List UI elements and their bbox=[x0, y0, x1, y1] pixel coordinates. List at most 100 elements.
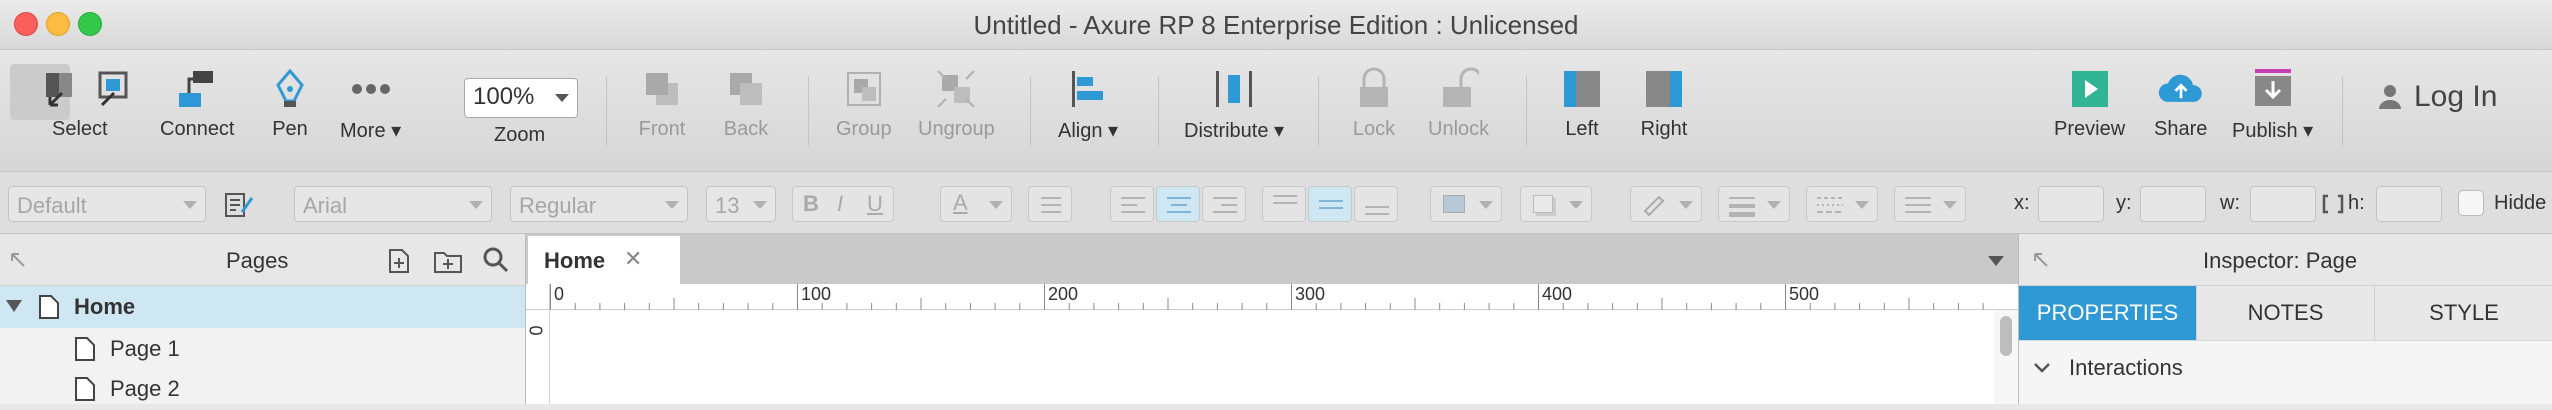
constrain-icon[interactable] bbox=[2322, 194, 2344, 214]
vertical-scrollbar[interactable] bbox=[1994, 310, 2018, 404]
hidden-checkbox[interactable] bbox=[2458, 190, 2484, 216]
align-middle-button[interactable] bbox=[1308, 186, 1352, 222]
x-label: x: bbox=[2014, 192, 2030, 214]
right-pane-toggle[interactable]: Right bbox=[1640, 64, 1688, 141]
pen-tool[interactable]: Pen bbox=[266, 64, 314, 141]
toolbar-divider bbox=[2342, 76, 2343, 146]
tab-properties[interactable]: PROPERTIES bbox=[2019, 286, 2197, 340]
page-item-label: Page 1 bbox=[110, 336, 180, 361]
cloud-upload-icon bbox=[2157, 64, 2205, 114]
unlock-icon bbox=[1435, 64, 1483, 114]
fill-swatch bbox=[1443, 195, 1465, 213]
search-icon[interactable] bbox=[482, 246, 510, 274]
page-item-label: Home bbox=[74, 294, 136, 319]
bullets-button[interactable] bbox=[1028, 186, 1072, 222]
chevron-down-icon bbox=[1855, 201, 1869, 209]
pen-icon bbox=[266, 64, 314, 114]
publish-menu[interactable]: Publish ▾ bbox=[2232, 64, 2313, 143]
align-top-button[interactable] bbox=[1262, 186, 1306, 222]
inspector-title: Inspector: Page bbox=[2203, 248, 2358, 273]
group-label: Group bbox=[836, 118, 892, 140]
arrow-style-button[interactable] bbox=[1894, 186, 1966, 222]
chevron-down-icon bbox=[1479, 201, 1493, 209]
lock-button[interactable]: Lock bbox=[1350, 64, 1398, 141]
more-tools-menu[interactable]: More ▾ bbox=[340, 64, 401, 143]
line-width-button[interactable] bbox=[1718, 186, 1790, 222]
shadow-icon bbox=[1533, 195, 1553, 213]
distribute-menu[interactable]: Distribute ▾ bbox=[1184, 64, 1284, 143]
back-icon bbox=[722, 64, 770, 114]
page-item-page-1[interactable]: Page 1 bbox=[0, 328, 525, 370]
right-label: Right bbox=[1640, 118, 1688, 140]
ruler-tick-label: 300 bbox=[1295, 284, 1326, 304]
format-toolbar: Default Arial Regular 13 B I U A x: y: w… bbox=[0, 172, 2552, 234]
toolbar-divider bbox=[1030, 76, 1031, 146]
pages-panel-header: Pages bbox=[0, 234, 525, 286]
toolbar-divider bbox=[606, 76, 607, 146]
font-weight-select[interactable]: Regular bbox=[510, 186, 688, 222]
height-input[interactable] bbox=[2376, 186, 2442, 222]
zoom-value: 100% bbox=[473, 83, 535, 110]
unlock-button[interactable]: Unlock bbox=[1428, 64, 1489, 141]
add-folder-icon[interactable] bbox=[432, 246, 464, 276]
chevron-down-icon bbox=[1569, 201, 1583, 209]
share-button[interactable]: Share bbox=[2154, 64, 2207, 141]
publish-label: Publish ▾ bbox=[2232, 120, 2314, 142]
ungroup-icon bbox=[932, 64, 980, 114]
align-center-button[interactable] bbox=[1156, 186, 1200, 222]
toolbar-divider bbox=[1158, 76, 1159, 146]
format-painter-icon[interactable] bbox=[224, 190, 254, 223]
style-select[interactable]: Default bbox=[8, 186, 206, 222]
y-input[interactable] bbox=[2140, 186, 2206, 222]
collapse-panel-icon[interactable] bbox=[2033, 252, 2051, 270]
text-style-group: B I U bbox=[792, 186, 894, 222]
align-menu[interactable]: Align ▾ bbox=[1058, 64, 1118, 143]
page-item-home[interactable]: Home bbox=[0, 286, 525, 328]
line-pattern-button[interactable] bbox=[1806, 186, 1878, 222]
line-color-button[interactable] bbox=[1630, 186, 1702, 222]
align-right-button[interactable] bbox=[1202, 186, 1246, 222]
underline-button[interactable]: U bbox=[867, 191, 883, 217]
left-pane-icon bbox=[1558, 64, 1606, 114]
preview-button[interactable]: Preview bbox=[2054, 64, 2125, 141]
interactions-section[interactable]: Interactions bbox=[2019, 340, 2552, 404]
lock-label: Lock bbox=[1352, 118, 1396, 140]
bold-button[interactable]: B bbox=[803, 191, 819, 217]
ungroup-label: Ungroup bbox=[918, 118, 995, 140]
tab-home[interactable]: Home ✕ bbox=[528, 236, 680, 284]
inspector-header: Inspector: Page bbox=[2019, 234, 2552, 286]
width-input[interactable] bbox=[2250, 186, 2316, 222]
close-tab-icon[interactable]: ✕ bbox=[624, 246, 642, 272]
left-pane-toggle[interactable]: Left bbox=[1558, 64, 1606, 141]
group-button[interactable]: Group bbox=[836, 64, 892, 141]
chevron-down-icon bbox=[1679, 201, 1693, 209]
italic-button[interactable]: I bbox=[837, 191, 843, 217]
send-to-back-button[interactable]: Back bbox=[722, 64, 770, 141]
connect-icon bbox=[173, 64, 221, 114]
x-input[interactable] bbox=[2038, 186, 2104, 222]
align-left-button[interactable] bbox=[1110, 186, 1154, 222]
pen-label: Pen bbox=[272, 118, 308, 140]
fill-color-button[interactable] bbox=[1430, 186, 1502, 222]
align-bottom-button[interactable] bbox=[1354, 186, 1398, 222]
ungroup-button[interactable]: Ungroup bbox=[918, 64, 995, 141]
chevron-down-icon bbox=[665, 201, 679, 209]
bring-to-front-button[interactable]: Front bbox=[638, 64, 686, 141]
expand-triangle-icon[interactable] bbox=[6, 300, 22, 312]
scroll-thumb[interactable] bbox=[2000, 316, 2012, 356]
tab-list-dropdown-icon[interactable] bbox=[1988, 256, 2004, 266]
font-size-select[interactable]: 13 bbox=[706, 186, 776, 222]
zoom-select[interactable]: 100% bbox=[464, 78, 578, 118]
shadow-button[interactable] bbox=[1520, 186, 1592, 222]
login-button[interactable]: Log In bbox=[2376, 80, 2497, 114]
font-color-button[interactable]: A bbox=[940, 186, 1012, 222]
select-contained-tool[interactable] bbox=[90, 64, 138, 114]
group-icon bbox=[840, 64, 888, 114]
connect-tool[interactable]: Connect bbox=[160, 64, 235, 141]
tab-notes[interactable]: NOTES bbox=[2197, 286, 2375, 340]
add-page-icon[interactable] bbox=[384, 246, 414, 276]
hidden-label: Hidde bbox=[2494, 192, 2547, 214]
tab-style[interactable]: STYLE bbox=[2375, 286, 2552, 340]
collapse-panel-icon[interactable] bbox=[10, 252, 28, 270]
font-family-select[interactable]: Arial bbox=[294, 186, 492, 222]
